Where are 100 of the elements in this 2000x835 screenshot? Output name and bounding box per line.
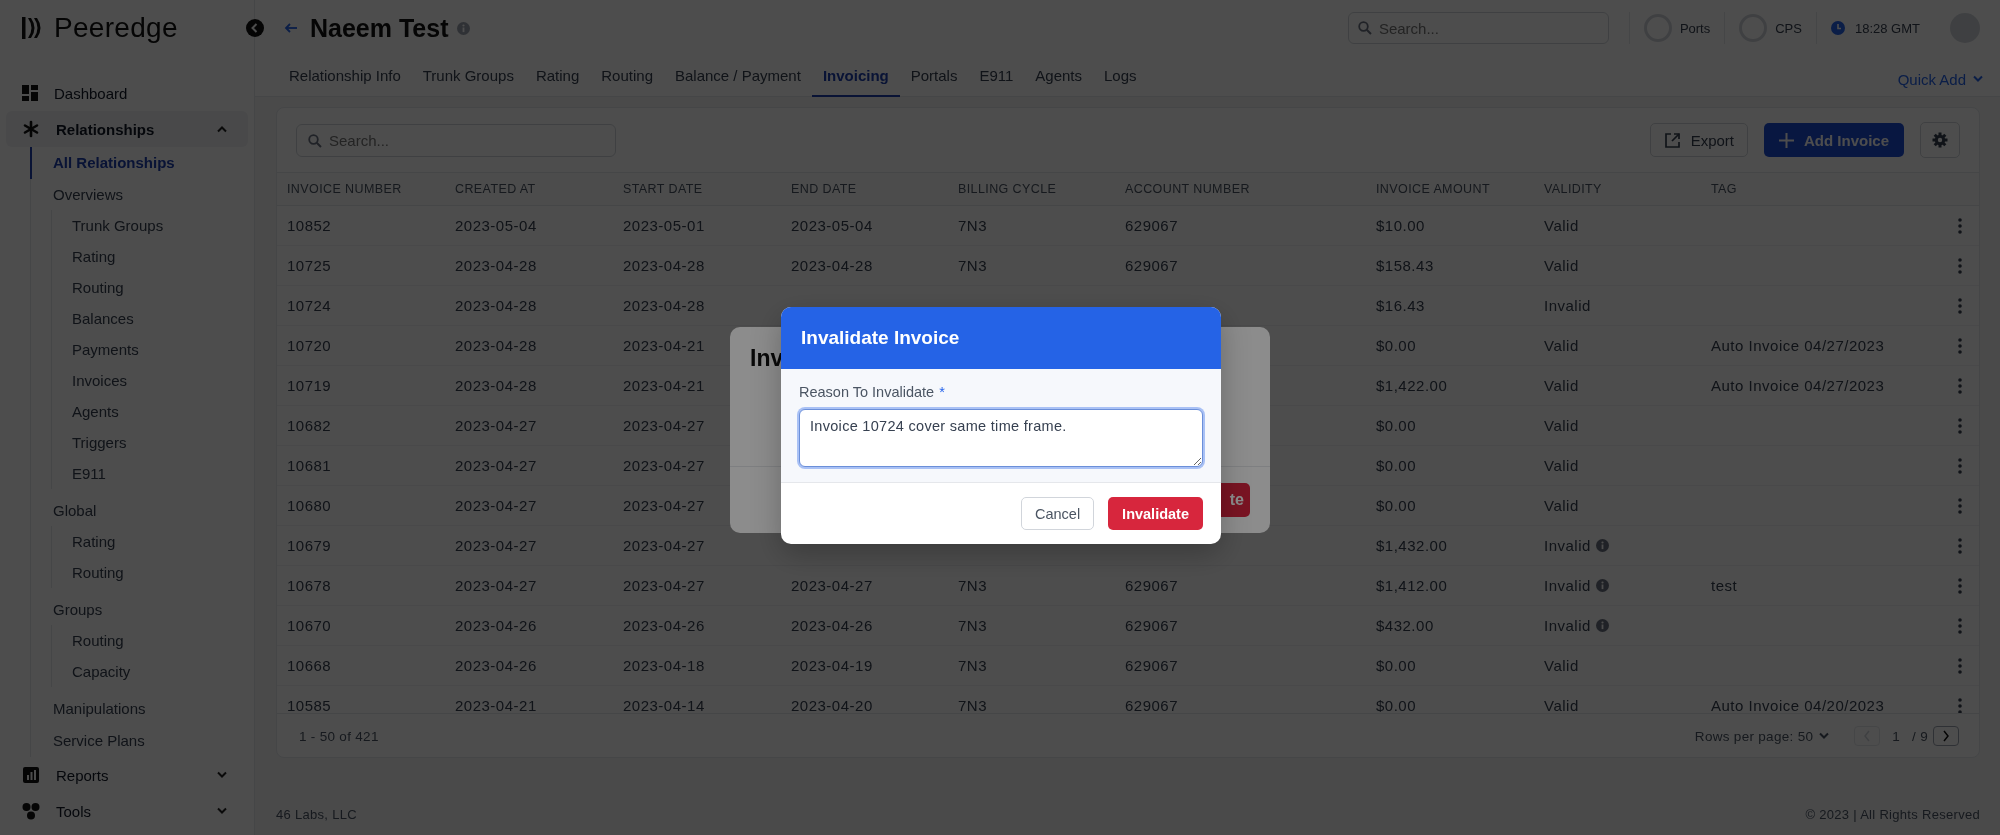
- sidebar-item[interactable]: Tools: [6, 793, 248, 829]
- tab[interactable]: Routing: [590, 56, 664, 97]
- chevron-right-icon: [1942, 730, 1950, 742]
- cancel-button[interactable]: Cancel: [1020, 497, 1095, 530]
- table-cell: 2023-04-27: [455, 577, 537, 594]
- table-cell: $16.43: [1376, 297, 1425, 314]
- table-cell: Invalid: [1544, 537, 1591, 554]
- kebab-menu-icon[interactable]: [1958, 417, 1962, 434]
- tab[interactable]: E911: [968, 56, 1025, 97]
- table-cell: 2023-04-28: [455, 377, 537, 394]
- table-cell: 10724: [287, 297, 332, 314]
- export-button[interactable]: Export: [1649, 123, 1748, 157]
- table-cell: $10.00: [1376, 217, 1425, 234]
- tab[interactable]: Portals: [899, 56, 969, 97]
- sidebar-item[interactable]: All Relationships: [30, 147, 175, 179]
- table-cell: 629067: [1125, 577, 1179, 594]
- table-cell: 2023-04-26: [455, 617, 537, 634]
- sidebar-item[interactable]: Groups: [30, 594, 103, 625]
- tab[interactable]: Relationship Info: [278, 56, 412, 97]
- table-cell: $1,432.00: [1376, 537, 1448, 554]
- quick-add-menu[interactable]: Quick Add: [1897, 62, 1984, 96]
- table-cell: 2023-04-27: [623, 497, 705, 514]
- sidebar-item[interactable]: Dashboard: [6, 75, 248, 111]
- sidebar-item[interactable]: Relationships: [6, 111, 248, 147]
- sidebar-item[interactable]: Triggers: [52, 427, 127, 458]
- table-cell: $1,422.00: [1376, 377, 1448, 394]
- info-icon: [1595, 579, 1609, 592]
- dots-cluster-icon: [22, 802, 40, 820]
- tab[interactable]: Invoicing: [811, 56, 900, 97]
- table-cell: 7N3: [958, 577, 988, 594]
- add-invoice-button[interactable]: Add Invoice: [1764, 123, 1904, 157]
- kebab-menu-icon[interactable]: [1958, 657, 1962, 674]
- settings-button[interactable]: [1920, 122, 1960, 158]
- table-cell: 2023-04-27: [791, 577, 873, 594]
- table-cell: 2023-04-27: [623, 577, 705, 594]
- kebab-menu-icon[interactable]: [1958, 617, 1962, 634]
- table-cell: 2023-04-28: [791, 257, 873, 274]
- table-cell: 629067: [1125, 657, 1179, 674]
- table-cell: $0.00: [1376, 697, 1417, 713]
- sidebar-item[interactable]: Overviews: [30, 179, 123, 210]
- chevron-down-icon: [1972, 75, 1984, 83]
- sidebar-item[interactable]: Trunk Groups: [52, 210, 164, 241]
- kebab-menu-icon[interactable]: [1958, 497, 1962, 514]
- kebab-menu-icon[interactable]: [1958, 577, 1962, 594]
- collapse-icon[interactable]: [246, 19, 264, 37]
- sidebar-item[interactable]: Invoices: [52, 365, 128, 396]
- tab[interactable]: Balance / Payment: [663, 56, 812, 97]
- table-cell: Valid: [1544, 377, 1579, 394]
- table-cell: 2023-05-01: [623, 217, 705, 234]
- tab[interactable]: Agents: [1024, 56, 1094, 97]
- table-cell: Invalid: [1544, 577, 1591, 594]
- sidebar-item[interactable]: Rating: [52, 241, 116, 272]
- chevron-down-icon: [1818, 732, 1831, 740]
- sidebar-item[interactable]: Payments: [52, 334, 139, 365]
- sidebar-item[interactable]: Reports: [6, 757, 248, 793]
- table-cell: 10852: [287, 217, 332, 234]
- sidebar-item[interactable]: Manipulations: [30, 693, 146, 725]
- chevron-down-icon: [216, 771, 228, 779]
- kebab-menu-icon[interactable]: [1958, 297, 1962, 314]
- table-cell: 10678: [287, 577, 332, 594]
- table-cell: 2023-05-04: [455, 217, 537, 234]
- report-icon: [22, 766, 40, 784]
- asterisk-icon: [22, 120, 40, 138]
- table-cell: 2023-04-28: [455, 337, 537, 354]
- tab[interactable]: Trunk Groups: [411, 56, 525, 97]
- table-cell: 10720: [287, 337, 332, 354]
- sidebar-item[interactable]: Routing: [52, 557, 124, 588]
- sidebar-item[interactable]: Service Plans: [30, 725, 145, 757]
- reason-field[interactable]: Invoice 10724 cover same time frame.: [799, 409, 1203, 467]
- table-cell: 2023-04-26: [455, 657, 537, 674]
- table-cell: 10681: [287, 457, 332, 474]
- table-cell: 2023-04-20: [791, 697, 873, 713]
- sidebar-item[interactable]: Agents: [52, 396, 119, 427]
- kebab-menu-icon[interactable]: [1958, 337, 1962, 354]
- table-cell: Valid: [1544, 217, 1579, 234]
- sidebar-item[interactable]: E911: [52, 458, 106, 489]
- sidebar-item[interactable]: Routing: [52, 272, 124, 303]
- table-cell: 2023-04-26: [791, 617, 873, 634]
- tab[interactable]: Rating: [524, 56, 591, 97]
- invalidate-button[interactable]: Invalidate: [1108, 497, 1203, 530]
- table-cell: Invalid: [1544, 617, 1591, 634]
- tab[interactable]: Logs: [1093, 56, 1148, 97]
- sidebar-item[interactable]: Rating: [52, 526, 116, 557]
- table-cell: Valid: [1544, 337, 1579, 354]
- kebab-menu-icon[interactable]: [1958, 257, 1962, 274]
- table-cell: $0.00: [1376, 657, 1417, 674]
- kebab-menu-icon[interactable]: [1958, 217, 1962, 234]
- back-arrow-icon[interactable]: [284, 22, 298, 34]
- sidebar-item[interactable]: Global: [30, 495, 97, 526]
- table-cell: 2023-04-27: [455, 537, 537, 554]
- sidebar-item[interactable]: Capacity: [52, 656, 131, 687]
- table-cell: Auto Invoice 04/20/2023: [1711, 697, 1885, 713]
- kebab-menu-icon[interactable]: [1958, 537, 1962, 554]
- clock-icon: [1830, 21, 1845, 35]
- sidebar-item[interactable]: Balances: [52, 303, 134, 334]
- kebab-menu-icon[interactable]: [1958, 457, 1962, 474]
- next-page-button[interactable]: [1933, 726, 1959, 746]
- kebab-menu-icon[interactable]: [1958, 697, 1962, 713]
- sidebar-item[interactable]: Routing: [52, 625, 124, 656]
- kebab-menu-icon[interactable]: [1958, 377, 1962, 394]
